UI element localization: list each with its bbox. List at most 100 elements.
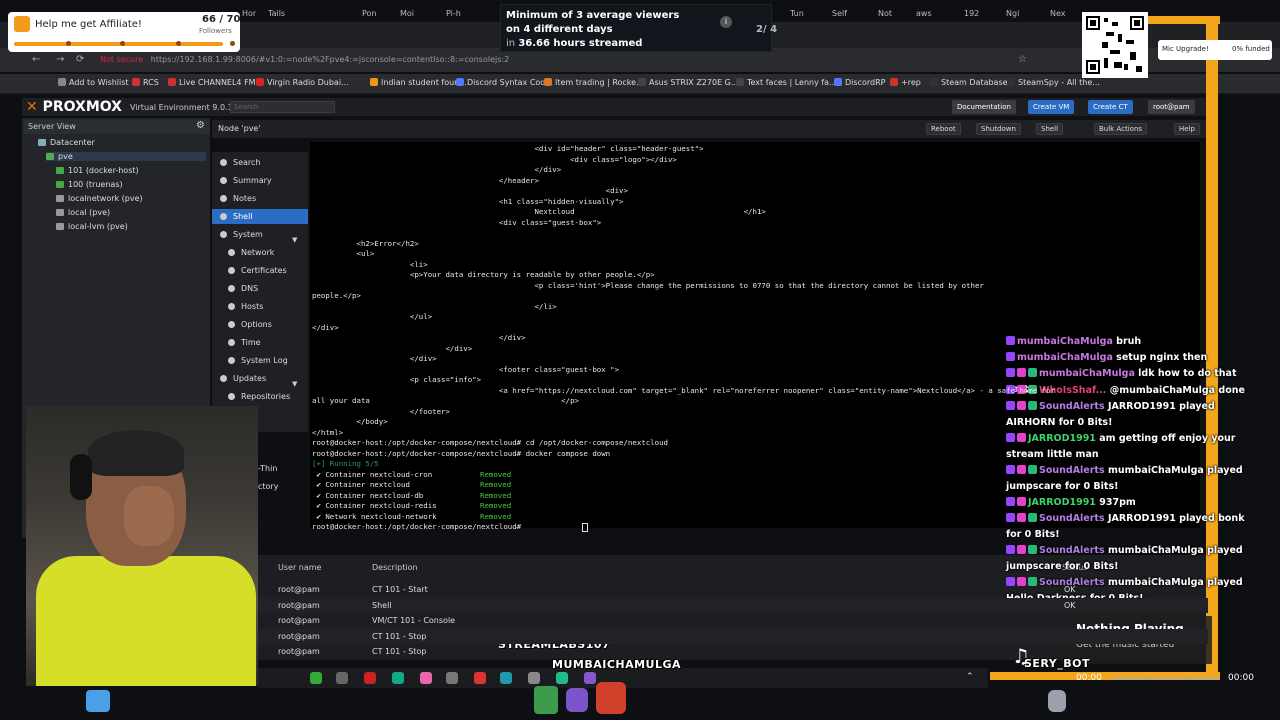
edge-icon[interactable] <box>392 672 404 684</box>
tree-item-local[interactable]: local (pve) <box>56 208 110 217</box>
goal-marker <box>230 41 235 46</box>
pdf-icon[interactable] <box>364 672 376 684</box>
bookmark-item[interactable]: RCS <box>132 78 159 87</box>
task-description: CT 101 - Stop <box>372 631 427 641</box>
gear-icon[interactable]: ⚙ <box>196 120 205 131</box>
browser-tab[interactable]: Pi-h <box>440 4 467 24</box>
task-user: root@pam <box>278 600 320 610</box>
nav-item-network[interactable]: Network <box>212 245 308 260</box>
browser-tab[interactable]: Hor <box>236 4 262 24</box>
bookmark-item[interactable]: SteamSpy - All the... <box>1007 78 1100 87</box>
chrome-icon[interactable] <box>420 672 432 684</box>
chat-text: @mumbaiChaMulga done <box>1109 385 1245 396</box>
task-log-row[interactable]: root@pam VM/CT 101 - Console <box>258 613 1208 628</box>
reload-icon[interactable]: ⟳ <box>76 54 84 65</box>
nav-item-notes[interactable]: Notes <box>212 191 308 206</box>
bookmark-item[interactable]: Virgin Radio Dubai... <box>256 78 349 87</box>
browser-tab[interactable]: Self <box>826 4 853 24</box>
bookmark-item[interactable]: Indian student foun... <box>370 78 467 87</box>
browser-tab[interactable]: Tun <box>784 4 810 24</box>
heart-icon <box>14 16 30 32</box>
documentation-button[interactable]: Documentation <box>952 100 1016 114</box>
shell-button[interactable]: Shell <box>1036 123 1064 135</box>
vm-icon <box>56 181 64 188</box>
browser-tab[interactable]: aws <box>910 4 938 24</box>
terminal-removed-status: Removed <box>480 511 512 521</box>
col-user-header[interactable]: User name <box>278 563 321 572</box>
task-log-row[interactable]: root@pam CT 101 - Stop <box>258 644 1208 659</box>
chevron-down-icon[interactable]: ▼ <box>292 236 297 244</box>
user-menu-button[interactable]: root@pam <box>1148 100 1195 114</box>
bookmark-item[interactable]: Steam Database <box>930 78 1008 87</box>
bookmark-item[interactable]: Asus STRIX Z270E G... <box>638 78 739 87</box>
app-icon[interactable] <box>584 672 596 684</box>
col-desc-header[interactable]: Description <box>372 563 418 572</box>
browser-tab[interactable]: Pon <box>356 4 383 24</box>
bulk-actions-button[interactable]: Bulk Actions <box>1094 123 1148 135</box>
nav-item-icon <box>228 393 235 400</box>
browser-tab[interactable]: Nex <box>1044 4 1072 24</box>
pve-search-input[interactable]: Search <box>230 101 335 113</box>
help-button[interactable]: Help <box>1174 123 1200 135</box>
play-icon[interactable] <box>310 672 322 684</box>
nav-item-repositories[interactable]: Repositories <box>212 389 308 404</box>
nav-item-hosts[interactable]: Hosts <box>212 299 308 314</box>
terminal-line: <h2>Error</h2> <box>312 238 419 248</box>
tree-item-localnetwork[interactable]: localnetwork (pve) <box>56 194 143 203</box>
tree-item-pve[interactable]: pve <box>46 152 206 161</box>
browser-tab[interactable]: Not <box>872 4 898 24</box>
nav-item-partial[interactable]: ctory <box>258 482 278 491</box>
browser-tab[interactable]: Tails <box>262 4 291 24</box>
storage-icon <box>56 209 64 216</box>
reboot-button[interactable]: Reboot <box>926 123 961 135</box>
bookmark-item[interactable]: Item trading | Rocke... <box>544 78 644 87</box>
app-icon[interactable] <box>556 672 568 684</box>
tree-item-datacenter[interactable]: Datacenter <box>38 138 95 147</box>
nav-item-summary[interactable]: Summary <box>212 173 308 188</box>
tree-item-local-lvm[interactable]: local-lvm (pve) <box>56 222 128 231</box>
nav-item-partial[interactable]: -Thin <box>258 464 277 473</box>
tree-item-truenas[interactable]: 100 (truenas) <box>56 180 123 189</box>
browser-tab[interactable]: 192 <box>958 4 985 24</box>
bookmark-item[interactable]: DiscordRP <box>834 78 885 87</box>
task-log-row[interactable]: root@pam CT 101 - Stop <box>258 628 1208 644</box>
nav-item-certificates[interactable]: Certificates <box>212 263 308 278</box>
nav-item-system-log[interactable]: System Log <box>212 353 308 368</box>
browser-tab[interactable]: Moi <box>394 4 420 24</box>
tree-item-docker-host[interactable]: 101 (docker-host) <box>56 166 139 175</box>
nav-item-time[interactable]: Time <box>212 335 308 350</box>
sprite-pet-icon <box>596 682 626 714</box>
task-log-row[interactable]: root@pam Shell OK <box>258 597 1208 613</box>
task-log-row[interactable]: root@pam CT 101 - Start OK <box>258 582 1208 597</box>
nav-item-shell[interactable]: Shell <box>212 209 308 224</box>
bookmark-item[interactable]: Add to Wishlist <box>58 78 129 87</box>
chevron-up-icon[interactable]: ⌃ <box>966 672 974 682</box>
nav-item-options[interactable]: Options <box>212 317 308 332</box>
nav-label: Options <box>241 320 272 329</box>
forward-icon[interactable]: → <box>56 54 64 65</box>
sprite-pet-icon <box>566 688 588 712</box>
app-icon[interactable] <box>474 672 486 684</box>
create-ct-button[interactable]: Create CT <box>1088 100 1133 114</box>
shutdown-button[interactable]: Shutdown <box>976 123 1021 135</box>
app-icon[interactable] <box>528 672 540 684</box>
app-icon[interactable] <box>446 672 458 684</box>
nav-item-dns[interactable]: DNS <box>212 281 308 296</box>
chat-username: SoundAlerts <box>1039 513 1105 524</box>
bookmark-star-icon[interactable]: ☆ <box>1018 54 1027 65</box>
app-icon[interactable] <box>500 672 512 684</box>
create-vm-button[interactable]: Create VM <box>1028 100 1075 114</box>
back-icon[interactable]: ← <box>32 54 40 65</box>
browser-tab[interactable]: Ngi <box>1000 4 1025 24</box>
nav-item-search[interactable]: Search <box>212 155 308 170</box>
bookmark-item[interactable]: Live CHANNEL4 FM <box>168 78 256 87</box>
terminal-line: all your data </p> <box>312 396 579 405</box>
chevron-down-icon[interactable]: ▼ <box>292 380 297 388</box>
app-icon[interactable] <box>336 672 348 684</box>
info-icon[interactable]: i <box>720 16 732 28</box>
bookmark-item[interactable]: +rep <box>890 78 921 87</box>
bookmark-item[interactable]: Text faces | Lenny fa... <box>736 78 837 87</box>
url-field[interactable]: Not secure https://192.168.1.99:8006/#v1… <box>100 53 509 67</box>
bookmark-item[interactable]: Discord Syntax Cod... <box>456 78 553 87</box>
server-view-select[interactable]: Server View <box>24 120 210 134</box>
